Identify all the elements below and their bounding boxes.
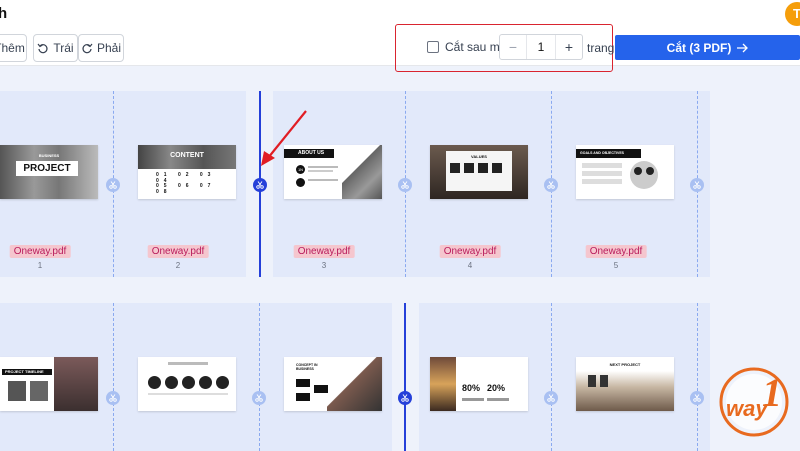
scissors-icon bbox=[401, 181, 409, 189]
content-number: 06 bbox=[177, 183, 194, 189]
decrement-button[interactable]: − bbox=[500, 35, 526, 59]
rotate-right-icon bbox=[82, 43, 93, 54]
active-split-point-button[interactable] bbox=[398, 391, 412, 405]
page-card[interactable]: GOALS AND OBJECTIVES Oneway.pdf 5 bbox=[551, 91, 681, 277]
thumb-headline: VALUES bbox=[471, 154, 487, 159]
scissors-icon bbox=[547, 181, 555, 189]
increment-button[interactable]: + bbox=[556, 35, 582, 59]
page-thumbnail: VALUES bbox=[430, 145, 528, 199]
file-name-badge: Oneway.pdf bbox=[585, 245, 647, 258]
scissors-icon bbox=[693, 181, 701, 189]
cut-pdf-button[interactable]: Cắt (3 PDF) bbox=[615, 35, 800, 60]
page-thumbnail: BUSINESS PROJECT bbox=[0, 145, 98, 199]
page-card[interactable]: CONCEPT IN BUSINESS bbox=[259, 303, 389, 451]
scissors-icon bbox=[255, 394, 263, 402]
page-title: h bbox=[0, 5, 8, 22]
split-point-button[interactable] bbox=[252, 391, 266, 405]
page-card[interactable]: NEXT PROJECT bbox=[551, 303, 681, 451]
page-thumbnail: PROJECT TIMELINE bbox=[0, 357, 98, 411]
active-split-point-button[interactable] bbox=[253, 178, 267, 192]
page-thumbnail: 80% 20% bbox=[430, 357, 528, 411]
scissors-icon bbox=[256, 181, 264, 189]
page-card[interactable]: PROJECT TIMELINE bbox=[0, 303, 105, 451]
scissors-icon bbox=[547, 394, 555, 402]
cut-after-unit: trang bbox=[587, 41, 615, 55]
arrow-right-icon bbox=[737, 43, 749, 52]
page-card[interactable]: CONTENT 01 02 03 04 05 06 07 08 Oneway.p… bbox=[113, 91, 243, 277]
annotation-arrow bbox=[261, 110, 307, 166]
scissors-icon bbox=[109, 394, 117, 402]
rotate-left-label: Trái bbox=[53, 41, 74, 55]
thumb-stat-1: 80% bbox=[462, 383, 481, 393]
thumb-headline: CONTENT bbox=[170, 152, 204, 159]
file-name-badge: Oneway.pdf bbox=[147, 245, 209, 258]
thumb-headline: CONCEPT IN BUSINESS bbox=[296, 363, 318, 371]
page-number: 2 bbox=[175, 261, 181, 270]
rotate-right-button[interactable]: Phải bbox=[78, 34, 124, 62]
page-thumbnail: CONCEPT IN BUSINESS bbox=[284, 357, 382, 411]
cut-after-checkbox[interactable] bbox=[427, 41, 439, 53]
content-number: 07 bbox=[199, 183, 216, 189]
page-number: 3 bbox=[321, 261, 327, 270]
thumb-headline: PROJECT TIMELINE bbox=[2, 369, 52, 375]
thumb-big-title: PROJECT bbox=[16, 161, 78, 176]
page-thumbnail: NEXT PROJECT bbox=[576, 357, 674, 411]
page-card[interactable]: VALUES Oneway.pdf 4 bbox=[405, 91, 535, 277]
content-number: 02 bbox=[177, 172, 194, 178]
rotate-right-label: Phải bbox=[96, 41, 122, 55]
split-line bbox=[697, 303, 698, 451]
scissors-icon bbox=[109, 181, 117, 189]
split-point-button[interactable] bbox=[544, 391, 558, 405]
oneway-logo: 1 way bbox=[719, 367, 789, 437]
rotate-left-icon bbox=[37, 43, 48, 54]
add-button[interactable]: Thêm bbox=[0, 34, 27, 62]
page-number: 4 bbox=[467, 261, 473, 270]
page-thumbnail: GOALS AND OBJECTIVES bbox=[576, 145, 674, 199]
user-avatar[interactable]: T bbox=[785, 2, 800, 26]
file-name-badge: Oneway.pdf bbox=[293, 245, 355, 258]
scissors-icon bbox=[693, 394, 701, 402]
page-number: 1 bbox=[37, 261, 43, 270]
page-card[interactable]: BUSINESS PROJECT Oneway.pdf 1 bbox=[0, 91, 105, 277]
split-point-button[interactable] bbox=[106, 391, 120, 405]
split-point-button[interactable] bbox=[398, 178, 412, 192]
thumb-headline: NEXT PROJECT bbox=[609, 362, 641, 367]
rotate-left-button[interactable]: Trái bbox=[33, 34, 78, 62]
thumb-headline: GOALS AND OBJECTIVES bbox=[576, 149, 641, 158]
file-name-badge: Oneway.pdf bbox=[439, 245, 501, 258]
thumb-stat-2: 20% bbox=[487, 383, 506, 393]
cut-after-input[interactable]: 1 bbox=[526, 35, 556, 59]
cut-pdf-label: Cắt (3 PDF) bbox=[666, 40, 732, 55]
page-card[interactable] bbox=[113, 303, 243, 451]
page-thumbnail bbox=[138, 357, 236, 411]
page-thumbnail: CONTENT 01 02 03 04 05 06 07 08 bbox=[138, 145, 236, 199]
thumb-headline: BUSINESS bbox=[38, 153, 60, 158]
split-point-button[interactable] bbox=[106, 178, 120, 192]
split-point-button[interactable] bbox=[690, 391, 704, 405]
page-card[interactable]: 80% 20% bbox=[405, 303, 535, 451]
scissors-icon bbox=[401, 394, 409, 402]
content-number: 08 bbox=[156, 189, 172, 195]
split-point-button[interactable] bbox=[690, 178, 704, 192]
page-number: 5 bbox=[613, 261, 619, 270]
content-number: 03 bbox=[199, 172, 216, 178]
add-label: Thêm bbox=[0, 41, 25, 55]
logo-text: way bbox=[726, 396, 769, 421]
file-name-badge: Oneway.pdf bbox=[9, 245, 71, 258]
split-point-button[interactable] bbox=[544, 178, 558, 192]
cut-after-stepper: − 1 + bbox=[499, 34, 583, 60]
